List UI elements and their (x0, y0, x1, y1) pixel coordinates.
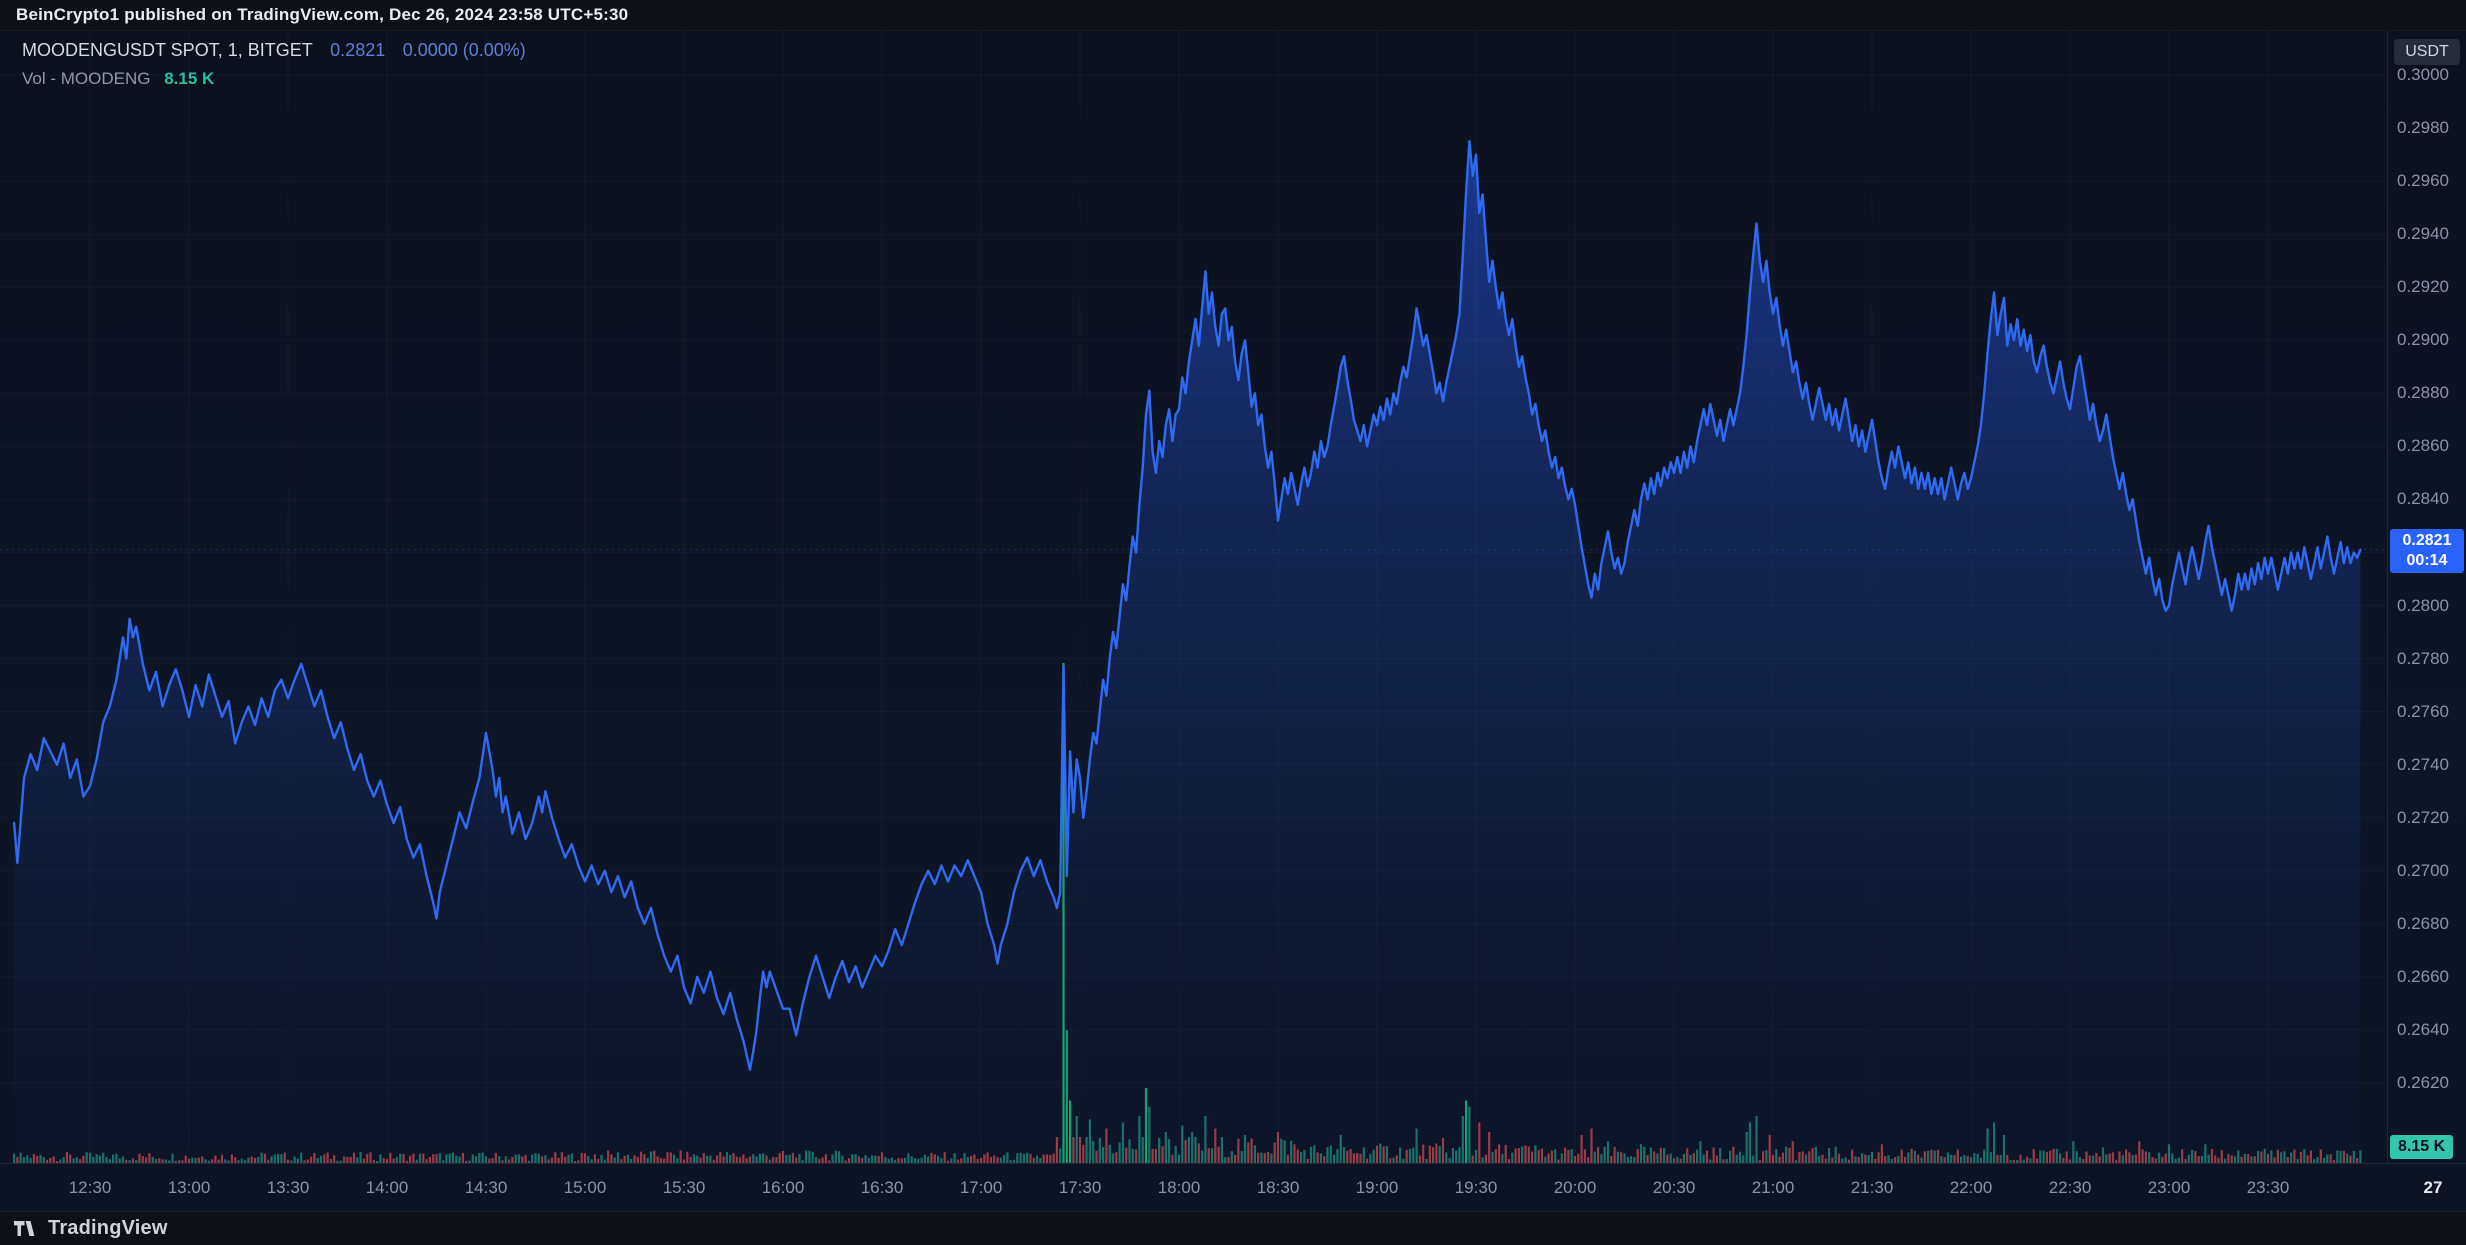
price-axis-label: 0.2640 (2397, 1020, 2449, 1040)
tradingview-logo-icon (14, 1221, 38, 1236)
price-axis-label: 0.2880 (2397, 383, 2449, 403)
time-axis-label: 14:00 (366, 1178, 409, 1198)
time-axis[interactable]: 12:30 13:00 13:30 14:00 14:30 15:00 15:30 16:00… (0, 1163, 2466, 1212)
time-axis-label: 23:00 (2148, 1178, 2191, 1198)
legend-volume-row: Vol - MOODENG 8.15 K (22, 66, 526, 92)
time-axis-label: 23:30 (2247, 1178, 2290, 1198)
time-axis-label: 18:30 (1257, 1178, 1300, 1198)
price-axis[interactable]: USDT 0.2821 00:14 8.15 K 0.3000 0.2980 0.2… (2387, 31, 2466, 1163)
time-axis-label: 16:30 (861, 1178, 904, 1198)
price-chart-pane[interactable] (0, 31, 2388, 1163)
time-axis-label: 20:30 (1653, 1178, 1696, 1198)
time-axis-label: 18:00 (1158, 1178, 1201, 1198)
time-axis-label: 12:30 (69, 1178, 112, 1198)
time-axis-label: 14:30 (465, 1178, 508, 1198)
legend-volume-label[interactable]: Vol - MOODENG (22, 69, 150, 88)
tradingview-wordmark[interactable]: TradingView (48, 1217, 168, 1240)
price-axis-label: 0.2700 (2397, 861, 2449, 881)
volume-badge: 8.15 K (2390, 1135, 2453, 1159)
price-axis-label: 0.2900 (2397, 330, 2449, 350)
price-axis-label: 0.2980 (2397, 118, 2449, 138)
time-axis-label: 15:00 (564, 1178, 607, 1198)
currency-button[interactable]: USDT (2394, 39, 2460, 65)
price-axis-label: 0.2680 (2397, 914, 2449, 934)
legend-last-price: 0.2821 (330, 40, 385, 60)
time-axis-label: 27 (2424, 1178, 2443, 1198)
time-axis-label: 20:00 (1554, 1178, 1597, 1198)
time-axis-label: 22:00 (1950, 1178, 1993, 1198)
price-axis-label: 0.2960 (2397, 171, 2449, 191)
time-axis-label: 22:30 (2049, 1178, 2092, 1198)
legend-volume-value: 8.15 K (164, 69, 214, 88)
price-axis-label: 0.2660 (2397, 967, 2449, 987)
tradingview-published-chart: BeinCrypto1 published on TradingView.com… (0, 0, 2466, 1245)
time-axis-label: 15:30 (663, 1178, 706, 1198)
attribution-bar: BeinCrypto1 published on TradingView.com… (0, 0, 2466, 31)
time-axis-label: 19:30 (1455, 1178, 1498, 1198)
price-axis-label: 0.2920 (2397, 277, 2449, 297)
time-axis-label: 13:30 (267, 1178, 310, 1198)
time-axis-label: 13:00 (168, 1178, 211, 1198)
price-axis-label: 0.2740 (2397, 755, 2449, 775)
attribution-text: BeinCrypto1 published on TradingView.com… (16, 5, 628, 25)
price-badge-value: 0.2821 (2390, 531, 2464, 551)
price-badge-countdown: 00:14 (2390, 551, 2464, 571)
legend-change: 0.0000 (0.00%) (403, 40, 526, 60)
legend-symbol[interactable]: MOODENGUSDT SPOT, 1, BITGET (22, 40, 313, 60)
time-axis-label: 21:00 (1752, 1178, 1795, 1198)
time-axis-label: 16:00 (762, 1178, 805, 1198)
time-axis-label: 19:00 (1356, 1178, 1399, 1198)
price-axis-label: 0.2620 (2397, 1073, 2449, 1093)
time-axis-label: 21:30 (1851, 1178, 1894, 1198)
price-axis-label: 0.2840 (2397, 489, 2449, 509)
price-axis-label: 0.2760 (2397, 702, 2449, 722)
price-axis-label: 0.2860 (2397, 436, 2449, 456)
legend-symbol-row: MOODENGUSDT SPOT, 1, BITGET 0.2821 0.000… (22, 37, 526, 65)
chart-area: MOODENGUSDT SPOT, 1, BITGET 0.2821 0.000… (0, 31, 2466, 1211)
price-axis-label: 0.2800 (2397, 596, 2449, 616)
price-axis-label: 0.2940 (2397, 224, 2449, 244)
time-axis-label: 17:00 (960, 1178, 1003, 1198)
price-axis-label: 0.2780 (2397, 649, 2449, 669)
chart-legend: MOODENGUSDT SPOT, 1, BITGET 0.2821 0.000… (22, 37, 526, 92)
last-price-badge: 0.2821 00:14 (2390, 529, 2464, 573)
price-axis-label: 0.3000 (2397, 65, 2449, 85)
price-axis-label: 0.2720 (2397, 808, 2449, 828)
time-axis-label: 17:30 (1059, 1178, 1102, 1198)
footer-bar: TradingView (0, 1211, 2466, 1245)
